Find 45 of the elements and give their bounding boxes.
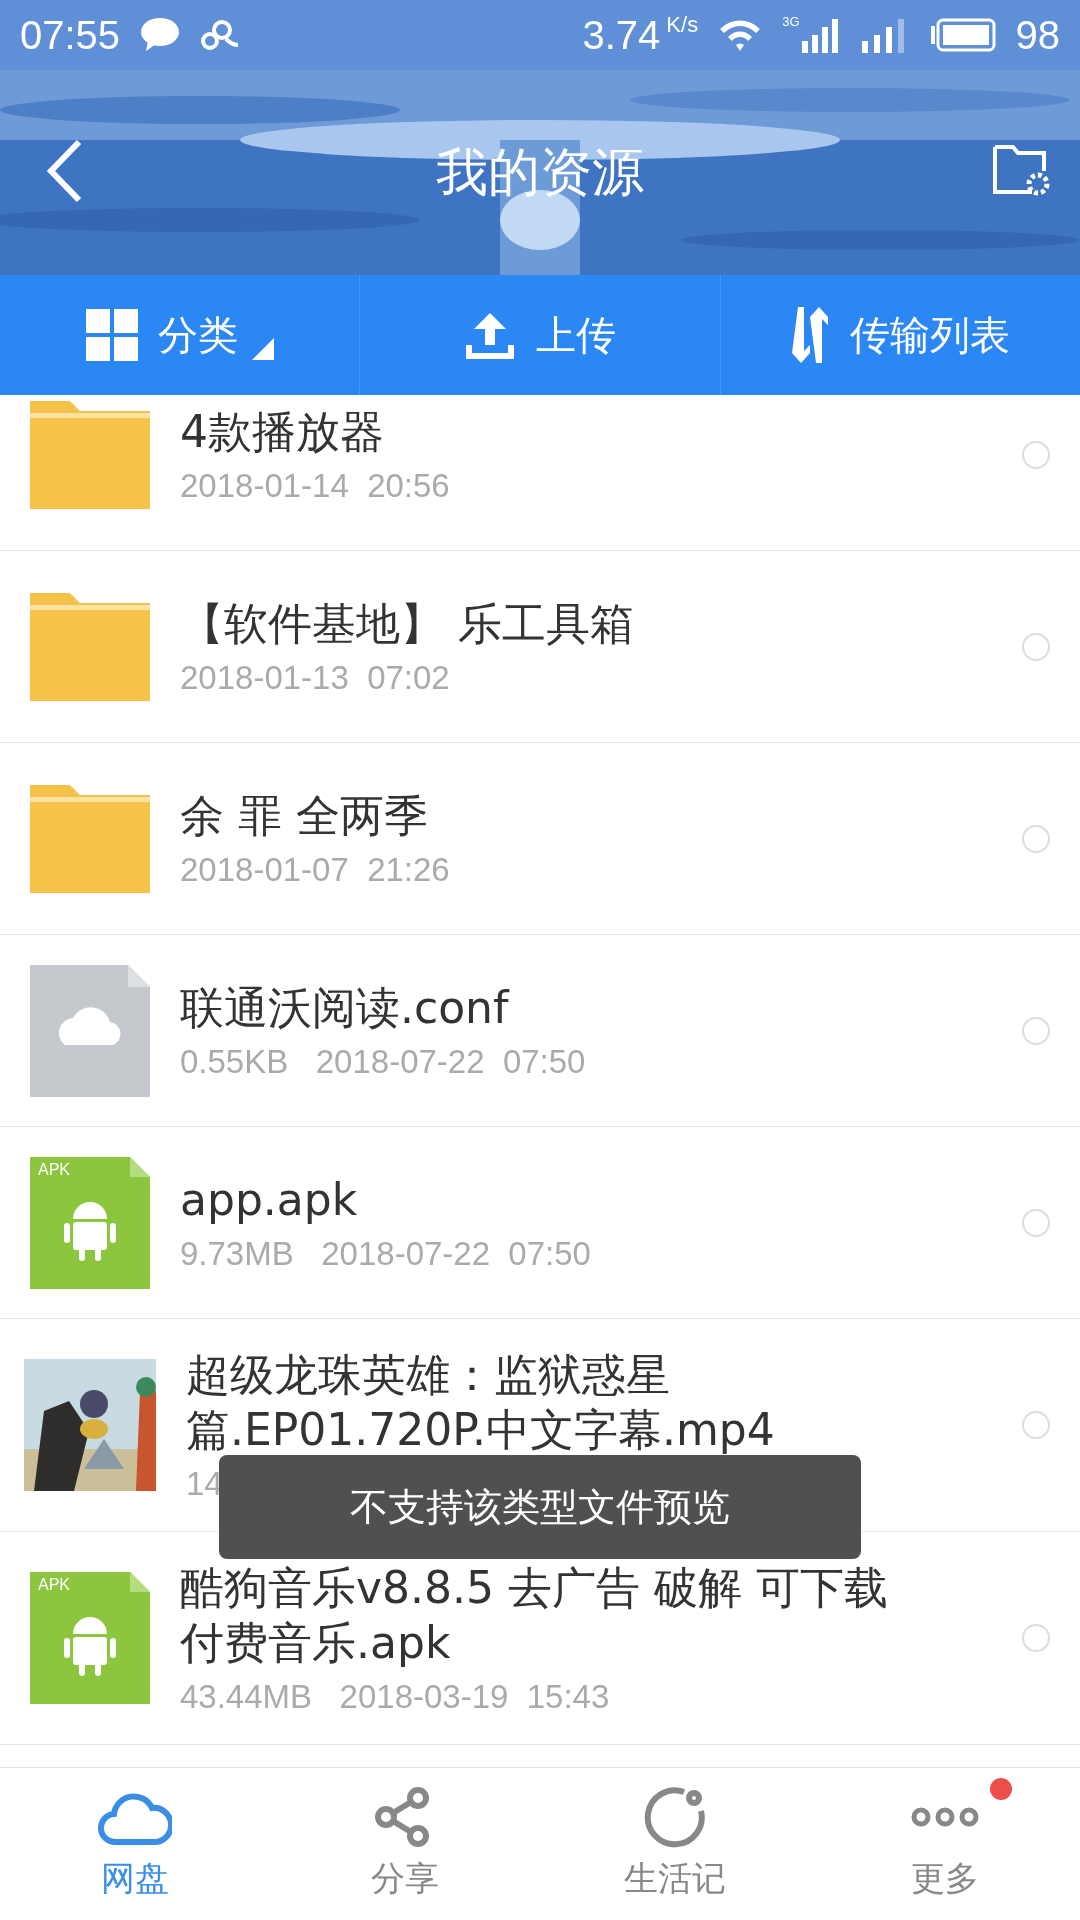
network-speed: 3.74 [582,12,661,58]
select-radio[interactable] [1022,1208,1050,1237]
select-radio[interactable] [1022,1411,1050,1439]
file-info: 2018-01-14 20:56 [180,467,451,505]
file-name: 超级龙珠英雄：监狱惑星篇.EP01.720P.中文字幕.mp4 [186,1348,776,1457]
select-radio[interactable] [1022,824,1050,853]
battery-icon [929,18,996,52]
folder-settings-icon[interactable] [992,142,1052,198]
page-title: 我的资源 [436,140,644,204]
folder-icon [30,784,150,893]
file-row[interactable]: APK app.apk 9.73MB 2018-07-22 07:50 [0,1127,1080,1319]
message-icon [140,17,181,53]
select-radio[interactable] [1022,1016,1050,1045]
grid-icon [85,309,138,361]
file-info: 2018-01-13 07:02 [180,659,451,697]
cloud-file-icon [30,964,150,1097]
file-row[interactable]: 余 罪 全两季 2018-01-07 21:26 [0,743,1080,935]
file-info: 0.55KB 2018-07-22 07:50 [180,1043,587,1081]
file-name: 【软件基地】 乐工具箱 [180,597,635,651]
refresh-icon [644,1786,706,1848]
file-name: 联通沃阅读.conf [180,981,511,1035]
file-info: 2018-01-07 21:26 [180,851,451,889]
speed-unit: K/s [666,12,699,38]
preview-toast: 不支持该类型文件预览 [219,1455,861,1559]
select-radio[interactable] [1022,632,1050,661]
file-info: 9.73MB 2018-07-22 07:50 [180,1235,592,1273]
apk-file-icon: APK [30,1156,150,1289]
file-name: app.apk [180,1173,359,1227]
file-info: 43.44MB 2018-03-19 15:43 [180,1678,611,1716]
folder-icon [30,400,150,509]
file-row[interactable]: 4款播放器 2018-01-14 20:56 [0,395,1080,551]
battery-level: 98 [1015,12,1060,58]
file-name: 4款播放器 [180,405,385,459]
select-radio[interactable] [1022,440,1050,469]
file-row[interactable]: 【软件基地】 乐工具箱 2018-01-13 07:02 [0,551,1080,743]
transfer-icon [790,307,831,363]
apk-file-icon: APK [30,1572,150,1704]
cloud-sync-icon [200,19,241,51]
file-name: 酷狗音乐v8.8.5 去广告 破解 可下载付费音乐.apk [180,1561,889,1670]
file-row[interactable]: 联通沃阅读.conf 0.55KB 2018-07-22 07:50 [0,935,1080,1127]
file-name: 余 罪 全两季 [180,789,429,843]
folder-icon [30,592,150,701]
select-radio[interactable] [1022,1624,1050,1652]
clock: 07:55 [20,12,121,58]
network-type: 3G [782,14,800,29]
